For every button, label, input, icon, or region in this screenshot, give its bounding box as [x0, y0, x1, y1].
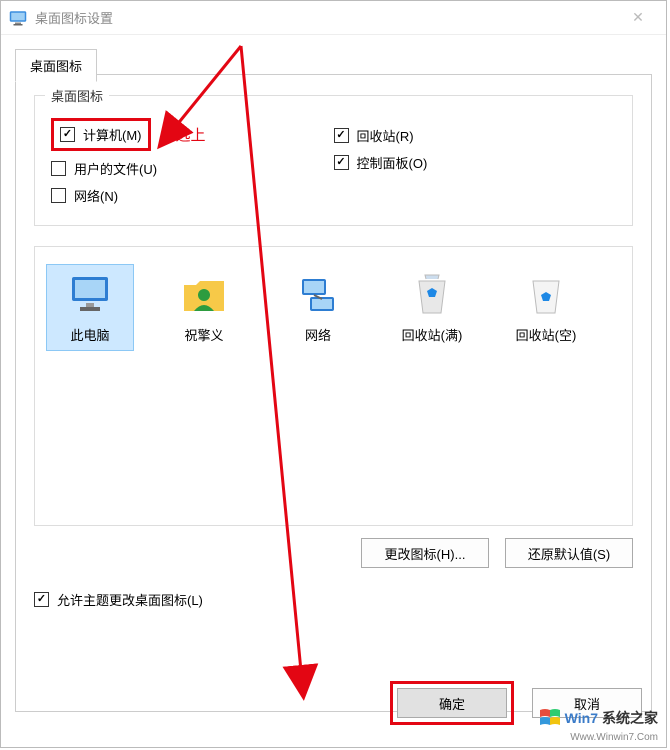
- computer-icon: [66, 271, 114, 319]
- annotation-box-ok: 确定: [390, 681, 514, 725]
- watermark: Win7 系统之家 Www.Winwin7.Com: [539, 707, 658, 729]
- recycle-full-icon: [408, 271, 456, 319]
- icon-item-network[interactable]: 网络: [275, 265, 361, 350]
- recycle-empty-icon: [522, 271, 570, 319]
- windows-logo-icon: [539, 707, 561, 729]
- close-icon[interactable]: ✕: [618, 3, 658, 33]
- checkbox-label: 允许主题更改桌面图标(L): [57, 590, 203, 609]
- checkbox-recycle[interactable]: 回收站(R): [334, 126, 617, 145]
- group-legend: 桌面图标: [45, 86, 109, 105]
- icon-label: 回收站(空): [516, 325, 577, 344]
- icon-buttons-row: 更改图标(H)... 还原默认值(S): [34, 538, 633, 568]
- checkbox-label: 网络(N): [74, 186, 118, 205]
- checkbox-mark-icon: [60, 127, 75, 142]
- tab-desktop-icons[interactable]: 桌面图标: [15, 49, 97, 82]
- checkbox-control-panel[interactable]: 控制面板(O): [334, 153, 617, 172]
- annotation-text: 勾选上: [161, 124, 206, 145]
- icon-item-thispc[interactable]: 此电脑: [47, 265, 133, 350]
- checkbox-label: 计算机(M): [83, 125, 142, 144]
- annotation-box-computer: 计算机(M): [51, 118, 151, 151]
- checkbox-mark-icon: [51, 188, 66, 203]
- checkbox-allow-theme[interactable]: 允许主题更改桌面图标(L): [34, 590, 633, 609]
- icon-preview-panel: 此电脑 祝擎义 网络: [34, 246, 633, 526]
- watermark-brand1: Win7: [565, 710, 598, 726]
- checkbox-computer[interactable]: 计算机(M): [60, 125, 142, 144]
- titlebar: 桌面图标设置 ✕: [1, 1, 666, 35]
- icon-label: 回收站(满): [402, 325, 463, 344]
- change-icon-button[interactable]: 更改图标(H)...: [361, 538, 489, 568]
- group-desktop-icons: 桌面图标 计算机(M) 勾选上 用户的文件(U): [34, 95, 633, 226]
- icon-item-recycle-full[interactable]: 回收站(满): [389, 265, 475, 350]
- checkbox-label: 回收站(R): [357, 126, 414, 145]
- checkbox-label: 用户的文件(U): [74, 159, 157, 178]
- restore-defaults-button[interactable]: 还原默认值(S): [505, 538, 633, 568]
- window-title: 桌面图标设置: [35, 8, 113, 27]
- dialog-window: 桌面图标设置 ✕ 桌面图标 桌面图标 计算机(M) 勾选上: [0, 0, 667, 748]
- network-icon: [294, 271, 342, 319]
- watermark-brand2: 系统之家: [602, 708, 658, 728]
- ok-button[interactable]: 确定: [397, 688, 507, 718]
- tab-panel: 桌面图标 计算机(M) 勾选上 用户的文件(U): [15, 74, 652, 712]
- checkbox-label: 控制面板(O): [357, 153, 428, 172]
- checkbox-userfiles[interactable]: 用户的文件(U): [51, 159, 334, 178]
- checkbox-mark-icon: [334, 128, 349, 143]
- icon-item-user[interactable]: 祝擎义: [161, 265, 247, 350]
- icon-label: 网络: [305, 325, 331, 344]
- checkbox-mark-icon: [334, 155, 349, 170]
- system-icon: [9, 10, 27, 26]
- icon-label: 祝擎义: [184, 325, 223, 344]
- checkbox-mark-icon: [51, 161, 66, 176]
- icon-label: 此电脑: [70, 325, 109, 344]
- icon-item-recycle-empty[interactable]: 回收站(空): [503, 265, 589, 350]
- user-folder-icon: [180, 271, 228, 319]
- watermark-url: Www.Winwin7.Com: [570, 732, 658, 743]
- checkbox-network[interactable]: 网络(N): [51, 186, 334, 205]
- checkbox-mark-icon: [34, 592, 49, 607]
- tabstrip: 桌面图标: [1, 35, 666, 75]
